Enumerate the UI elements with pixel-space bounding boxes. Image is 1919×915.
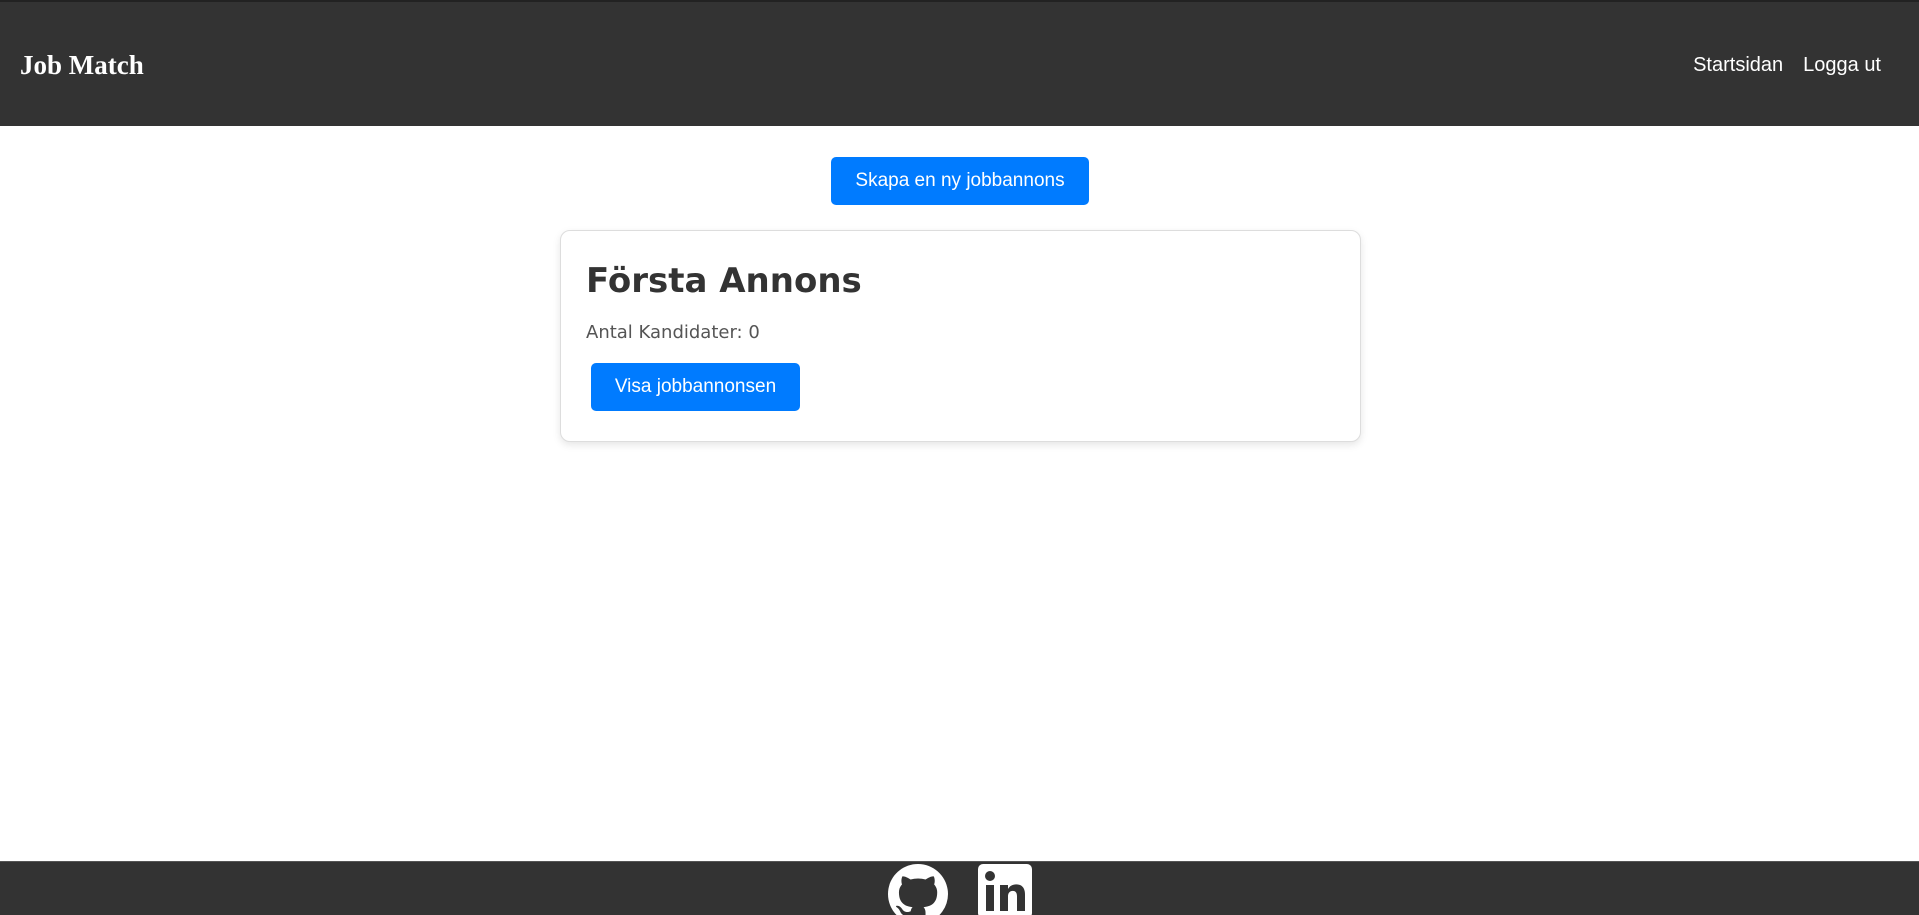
nav-links: Startsidan Logga ut	[1693, 52, 1881, 78]
job-card: Första Annons Antal Kandidater: 0 Visa j…	[560, 230, 1361, 442]
nav-link-logout[interactable]: Logga ut	[1803, 52, 1881, 78]
view-job-ad-button[interactable]: Visa jobbannonsen	[591, 363, 800, 411]
brand-logo[interactable]: Job Match	[20, 49, 144, 81]
candidate-count: Antal Kandidater: 0	[586, 322, 760, 343]
nav-link-startsidan[interactable]: Startsidan	[1693, 52, 1783, 78]
job-card-title: Första Annons	[586, 261, 862, 301]
create-job-ad-button[interactable]: Skapa en ny jobbannons	[831, 157, 1089, 205]
footer	[0, 861, 1919, 915]
linkedin-icon[interactable]	[978, 864, 1032, 915]
footer-social-links	[888, 864, 1032, 915]
github-icon[interactable]	[888, 864, 948, 915]
navbar: Job Match Startsidan Logga ut	[0, 0, 1919, 126]
